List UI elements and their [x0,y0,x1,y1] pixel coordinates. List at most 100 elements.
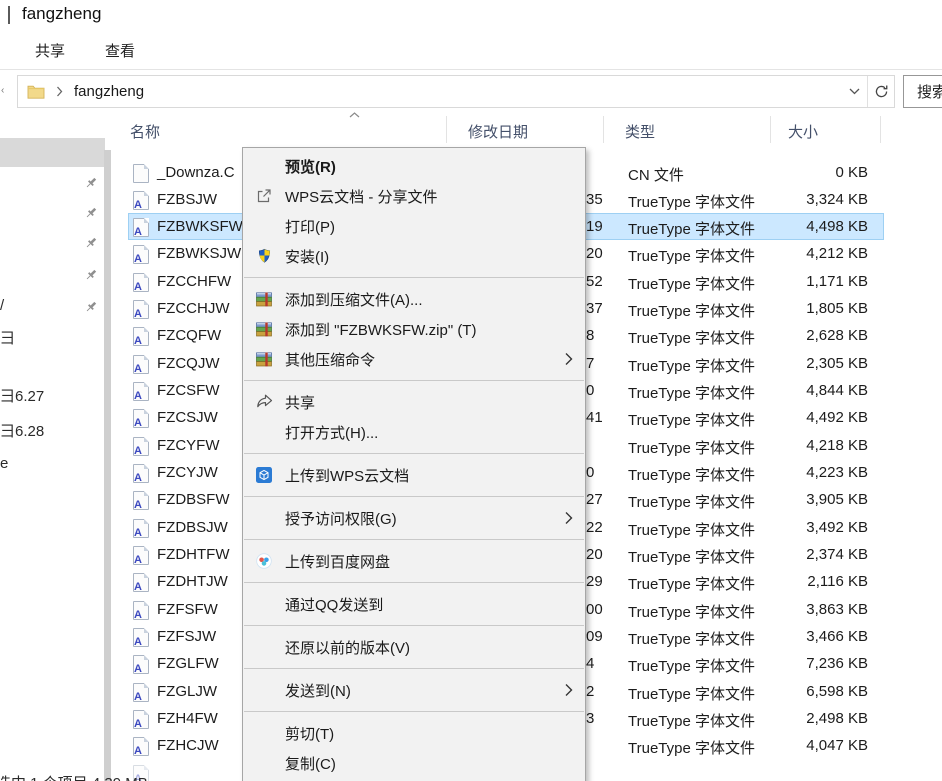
file-explorer-window: fangzheng 共享 查看 ‹ fangzheng 搜索 名称 修改日期 类… [0,0,942,781]
menu-item[interactable]: 授予访问权限(G) [243,503,585,533]
submenu-arrow-icon [565,352,573,366]
file-date-fragment: 37 [586,300,603,317]
menu-item[interactable]: 通过QQ发送到 [243,589,585,619]
file-date-fragment: 22 [586,519,603,536]
file-size: 3,466 KB [700,628,868,645]
font-file-icon: A [133,601,149,620]
file-name: FZCCHFW [157,273,231,290]
menu-separator [244,277,584,278]
file-name: FZDHTFW [157,546,229,563]
font-file-icon: A [133,628,149,647]
file-name: FZDBSJW [157,519,228,536]
file-date-fragment: 20 [586,546,603,563]
font-file-icon: A [133,683,149,702]
menu-item-label: 发送到(N) [285,680,351,701]
font-file-icon: A [133,218,149,237]
font-file-icon: A [133,191,149,210]
file-name: _Downza.C [157,164,235,181]
menu-item[interactable]: 打印(P) [243,211,585,241]
file-size: 6,598 KB [700,683,868,700]
font-file-icon: A [133,382,149,401]
font-file-icon: A [133,327,149,346]
menu-item[interactable]: 上传到WPS云文档 [243,460,585,490]
file-date-fragment: 4 [586,655,594,672]
winrar-icon [251,352,277,367]
menu-item-label: 添加到压缩文件(A)... [285,289,423,310]
file-size: 7,236 KB [700,655,868,672]
menu-separator [244,539,584,540]
file-name: FZCSJW [157,409,218,426]
menu-item[interactable]: 添加到压缩文件(A)... [243,284,585,314]
file-name: FZH4FW [157,710,218,727]
menu-item-label: 打印(P) [285,216,335,237]
file-size: 2,305 KB [700,355,868,372]
font-file-icon: A [133,710,149,729]
menu-item[interactable]: 还原以前的版本(V) [243,632,585,662]
file-date-fragment: 00 [586,601,603,618]
file-date-fragment: 0 [586,464,594,481]
font-file-icon: A [133,655,149,674]
file-name: FZCYFW [157,437,219,454]
menu-item[interactable]: 其他压缩命令 [243,344,585,374]
menu-item-label: 预览(R) [285,156,336,177]
file-name: FZCCHJW [157,300,229,317]
menu-item-label: 其他压缩命令 [285,349,375,370]
menu-item[interactable]: 共享 [243,387,585,417]
menu-item-label: 复制(C) [285,753,336,774]
font-file-icon: A [133,464,149,483]
file-name: FZDBSFW [157,491,230,508]
menu-item[interactable]: 复制(C) [243,748,585,778]
file-size: 4,844 KB [700,382,868,399]
menu-separator [244,582,584,583]
share-square-icon [251,188,277,204]
file-size: 4,492 KB [700,409,868,426]
file-name: FZGLJW [157,683,217,700]
menu-item-label: 上传到百度网盘 [285,551,390,572]
file-date-fragment: 7 [586,355,594,372]
submenu-arrow-icon [565,683,573,697]
font-file-icon: A [133,519,149,538]
file-size: 4,218 KB [700,437,868,454]
file-date-fragment: 41 [586,409,603,426]
file-name: FZCYJW [157,464,218,481]
file-name: FZFSFW [157,601,218,618]
share-icon [251,394,277,410]
file-size: 3,905 KB [700,491,868,508]
menu-item[interactable]: 安装(I) [243,241,585,271]
font-file-icon: A [133,491,149,510]
font-file-icon: A [133,245,149,264]
menu-item-label: 添加到 "FZBWKSFW.zip" (T) [285,319,476,340]
file-date-fragment: 20 [586,245,603,262]
uac-shield-icon [251,248,277,264]
menu-item-label: 安装(I) [285,246,329,267]
file-date-fragment: 09 [586,628,603,645]
menu-item[interactable]: 预览(R) [243,151,585,181]
menu-item[interactable]: 剪切(T) [243,718,585,748]
menu-item[interactable]: WPS云文档 - 分享文件 [243,181,585,211]
wps-cloud-icon [251,467,277,483]
menu-separator [244,625,584,626]
font-file-icon: A [133,409,149,428]
file-name: FZDHTJW [157,573,228,590]
file-name: FZCQJW [157,355,219,372]
file-size: 3,492 KB [700,519,868,536]
file-name: FZCQFW [157,327,221,344]
menu-item[interactable]: 添加到 "FZBWKSFW.zip" (T) [243,314,585,344]
menu-item-label: 还原以前的版本(V) [285,637,410,658]
menu-item[interactable]: 打开方式(H)... [243,417,585,447]
file-date-fragment: 3 [586,710,594,727]
file-size: 2,628 KB [700,327,868,344]
font-file-icon: A [133,546,149,565]
menu-item[interactable]: 发送到(N) [243,675,585,705]
file-name: FZHCJW [157,737,219,754]
file-type: CN 文件 [628,164,684,185]
font-file-icon: A [133,437,149,456]
file-date-fragment: 27 [586,491,603,508]
file-date-fragment: 29 [586,573,603,590]
file-size: 0 KB [700,164,868,181]
file-date-fragment: 19 [586,218,603,235]
menu-separator [244,453,584,454]
menu-item[interactable]: 上传到百度网盘 [243,546,585,576]
file-icon [133,164,149,183]
winrar-icon [251,292,277,307]
